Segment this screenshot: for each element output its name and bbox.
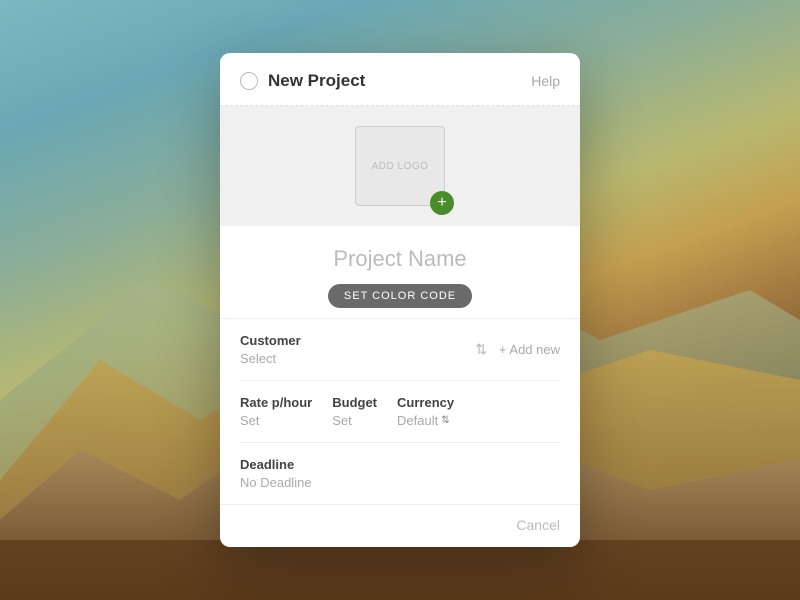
sort-icon[interactable]: ⇅ <box>475 341 487 358</box>
header-left: New Project <box>240 71 365 91</box>
currency-value-text: Default <box>397 413 438 428</box>
project-info-section: Project Name SET COLOR CODE <box>220 226 580 319</box>
dialog-title: New Project <box>268 71 365 91</box>
add-new-link[interactable]: + Add new <box>499 342 560 357</box>
customer-value[interactable]: Select <box>240 351 301 366</box>
budget-label: Budget <box>332 395 377 410</box>
currency-label: Currency <box>397 395 454 410</box>
cancel-button[interactable]: Cancel <box>516 517 560 533</box>
currency-field: Currency Default ⇅ <box>397 395 454 428</box>
add-logo-text: ADD LOGO <box>372 161 429 172</box>
new-project-dialog: New Project Help ADD LOGO + Project Name… <box>220 53 580 547</box>
rate-budget-currency-row: Rate p/hour Set Budget Set Currency Defa… <box>240 381 560 443</box>
deadline-value[interactable]: No Deadline <box>240 475 312 490</box>
form-section: Customer Select ⇅ + Add new Rate p/hour … <box>220 319 580 504</box>
customer-label: Customer <box>240 333 301 348</box>
budget-field: Budget Set <box>332 395 377 428</box>
circle-icon[interactable] <box>240 72 258 90</box>
currency-selector[interactable]: Default ⇅ <box>397 413 454 428</box>
deadline-row: Deadline No Deadline <box>240 443 560 504</box>
set-color-code-button[interactable]: SET COLOR CODE <box>328 284 472 308</box>
currency-chevron-icon: ⇅ <box>441 415 449 426</box>
customer-controls: ⇅ + Add new <box>475 341 560 358</box>
rate-field: Rate p/hour Set <box>240 395 312 428</box>
dialog-header: New Project Help <box>220 53 580 106</box>
rate-label: Rate p/hour <box>240 395 312 410</box>
dialog-footer: Cancel <box>220 504 580 547</box>
deadline-label: Deadline <box>240 457 312 472</box>
project-name-field[interactable]: Project Name <box>240 246 560 272</box>
deadline-field: Deadline No Deadline <box>240 457 312 490</box>
customer-row: Customer Select ⇅ + Add new <box>240 319 560 381</box>
add-logo-button[interactable]: + <box>430 191 454 215</box>
logo-section: ADD LOGO + <box>220 106 580 226</box>
dialog-overlay: New Project Help ADD LOGO + Project Name… <box>0 0 800 600</box>
customer-field: Customer Select <box>240 333 301 366</box>
budget-value[interactable]: Set <box>332 413 377 428</box>
logo-box[interactable]: ADD LOGO + <box>355 126 445 206</box>
help-link[interactable]: Help <box>531 73 560 89</box>
rate-value[interactable]: Set <box>240 413 312 428</box>
